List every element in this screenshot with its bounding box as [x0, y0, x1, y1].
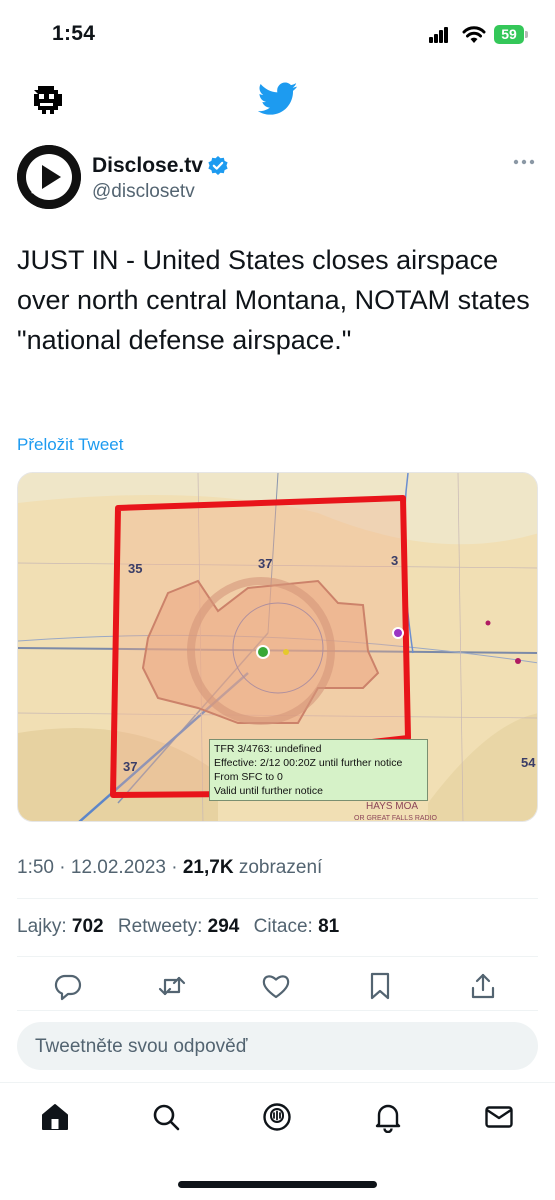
like-button[interactable] — [261, 971, 291, 1001]
profile-avatar[interactable] — [24, 76, 68, 120]
messages-icon — [485, 1106, 513, 1128]
retweets-label: Retweety: — [117, 916, 203, 937]
meta-separator: · — [59, 857, 66, 878]
nav-home[interactable] — [39, 1101, 71, 1133]
status-time: 1:54 — [52, 22, 96, 45]
meta-separator: · — [171, 857, 178, 878]
twitter-logo-icon[interactable] — [258, 82, 298, 116]
divider — [17, 898, 538, 899]
tweet-meta: 1:50 · 12.02.2023 · 21,7K zobrazení — [17, 857, 322, 879]
wifi-icon — [462, 26, 486, 43]
status-bar: 1:54 59 — [0, 0, 555, 70]
airport-marker[interactable] — [256, 645, 270, 659]
likes-count: 702 — [71, 916, 104, 937]
tweet-media-map[interactable]: 35 37 3 37 54 HAYS MOA OR GREAT FALLS RA… — [17, 472, 538, 822]
verified-badge-icon — [208, 156, 228, 175]
tfr-info-popup: TFR 3/4763: undefined Effective: 2/12 00… — [209, 739, 428, 801]
reply-button[interactable] — [53, 971, 83, 1001]
quotes-count: 81 — [318, 916, 340, 937]
author-avatar[interactable] — [17, 145, 81, 209]
retweets-stat[interactable]: Retweety: 294 — [118, 916, 239, 937]
home-indicator[interactable] — [178, 1181, 377, 1188]
tfr-id: TFR 3/4763: undefined — [214, 743, 322, 755]
map-marker — [485, 620, 491, 626]
map-label-moa-sub: OR GREAT FALLS RADIO — [354, 815, 438, 822]
translate-tweet-link[interactable]: Přeložit Tweet — [17, 435, 123, 455]
tweet-date: 12.02.2023 — [70, 857, 166, 878]
share-button[interactable] — [468, 971, 498, 1001]
nav-notifications[interactable] — [372, 1101, 404, 1134]
bottom-nav — [0, 1082, 555, 1200]
divider — [17, 956, 538, 957]
quotes-label: Citace: — [253, 916, 313, 937]
reply-icon — [54, 974, 82, 1001]
retweet-button[interactable] — [157, 971, 187, 1001]
map-label-area-sw: 37 — [123, 759, 137, 774]
share-icon — [471, 973, 495, 999]
map-label-area-n: 37 — [258, 556, 272, 571]
nav-spaces[interactable] — [261, 1101, 293, 1133]
tweet-text: JUST IN - United States closes airspace … — [17, 245, 530, 355]
battery-level: 59 — [501, 26, 517, 42]
map-label-area-ne: 3 — [391, 553, 398, 568]
tweet-stats: Lajky: 702 Retweety: 294 Citace: 81 — [17, 916, 348, 938]
divider — [17, 1010, 538, 1011]
quotes-stat[interactable]: Citace: 81 — [254, 916, 340, 937]
author-handle[interactable]: @disclosetv — [92, 181, 195, 203]
tfr-validity: Valid until further notice — [214, 785, 323, 797]
battery-cap — [525, 31, 528, 38]
cellular-signal-icon — [429, 27, 448, 43]
map-label-area-nw: 35 — [128, 561, 142, 576]
author-name[interactable]: Disclose.tv — [92, 154, 203, 178]
map-marker — [515, 658, 521, 664]
nav-messages[interactable] — [483, 1101, 515, 1133]
top-nav — [0, 70, 555, 132]
battery-indicator: 59 — [494, 25, 528, 44]
tfr-altitude: From SFC to 0 — [214, 771, 283, 783]
navaid-marker[interactable] — [392, 627, 404, 639]
views-label[interactable]: zobrazení — [239, 857, 322, 878]
retweet-icon — [158, 976, 186, 996]
nav-search[interactable] — [150, 1101, 182, 1133]
bookmark-icon — [370, 972, 390, 1000]
notifications-icon — [375, 1104, 401, 1134]
likes-stat[interactable]: Lajky: 702 — [17, 916, 104, 937]
spaces-icon — [263, 1103, 291, 1131]
likes-label: Lajky: — [17, 916, 67, 937]
more-options-icon[interactable] — [513, 157, 535, 167]
tweet-time: 1:50 — [17, 857, 54, 878]
map-label-area-se: 54 — [521, 755, 536, 770]
tfr-effective: Effective: 2/12 00:20Z until further not… — [214, 757, 403, 769]
views-count[interactable]: 21,7K — [183, 857, 234, 878]
waypoint-marker — [283, 649, 289, 655]
reply-input[interactable]: Tweetněte svou odpověď — [17, 1022, 538, 1070]
reply-placeholder: Tweetněte svou odpověď — [35, 1036, 248, 1057]
like-icon — [262, 975, 290, 999]
retweets-count: 294 — [207, 916, 240, 937]
map-label-moa: HAYS MOA — [366, 801, 418, 812]
bookmark-button[interactable] — [365, 971, 395, 1001]
search-icon — [153, 1104, 180, 1131]
home-icon — [42, 1104, 68, 1130]
